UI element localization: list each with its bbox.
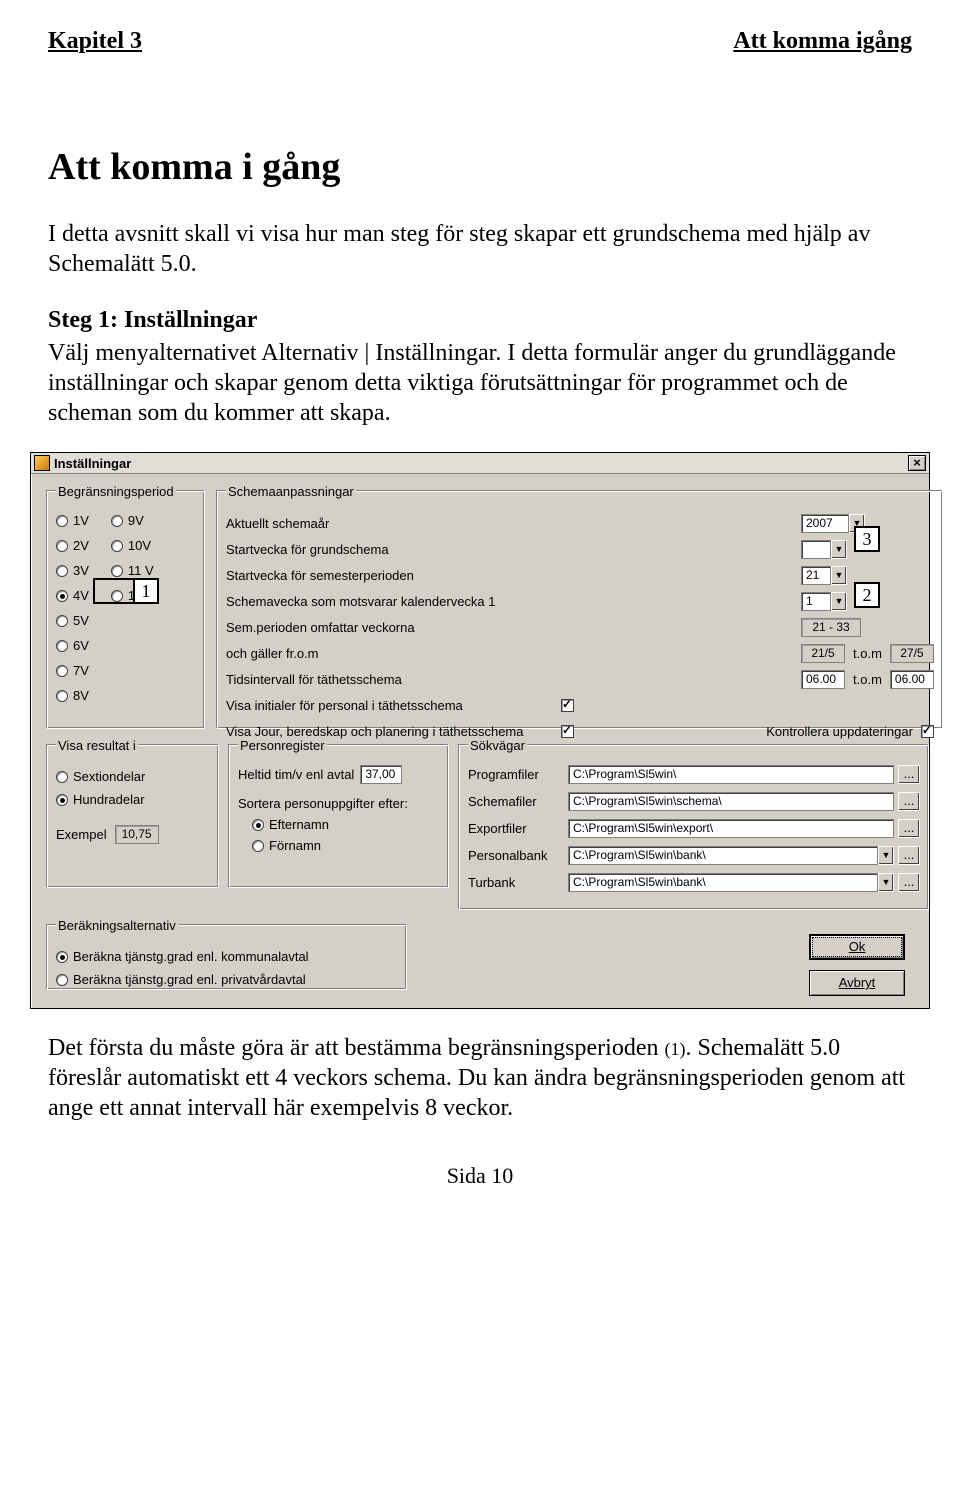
radio-fornamn[interactable]: Förnamn	[252, 838, 440, 853]
callout-3: 3	[854, 526, 880, 552]
combo-schemavecka[interactable]: 1▼	[801, 592, 847, 611]
radio-efternamn[interactable]: Efternamn	[252, 817, 440, 832]
label-visa-initialer: Visa initialer för personal i täthetssch…	[226, 698, 561, 713]
settings-screenshot: Inställningar × Begränsningsperiod 1V 2V…	[30, 452, 930, 1009]
page-number: Sida 10	[48, 1163, 912, 1189]
group-sok-legend: Sökvägar	[468, 738, 527, 753]
label-schemavecka: Schemavecka som motsvarar kalendervecka …	[226, 594, 561, 609]
close-button[interactable]: ×	[908, 455, 926, 471]
label-startvecka-semester: Startvecka för semesterperioden	[226, 568, 561, 583]
label-exempel: Exempel	[56, 827, 107, 842]
label-aktuellt-schemaar: Aktuellt schemaår	[226, 516, 561, 531]
group-berakningsalternativ: Beräkningsalternativ Beräkna tjänstg.gra…	[47, 918, 407, 990]
checkbox-visa-jour[interactable]	[561, 725, 574, 738]
checkbox-visa-initialer[interactable]	[561, 699, 574, 712]
readonly-galler-to: 27/5	[890, 644, 934, 663]
input-exportfiler[interactable]: C:\Program\Sl5win\export\	[568, 819, 894, 838]
ok-button[interactable]: Ok	[809, 934, 905, 960]
radio-hundradelar[interactable]: Hundradelar	[56, 792, 210, 807]
page-title: Att komma i gång	[48, 145, 912, 189]
browse-turbank[interactable]: ...	[898, 873, 920, 892]
label-startvecka-grund: Startvecka för grundschema	[226, 542, 561, 557]
group-begr-legend: Begränsningsperiod	[56, 484, 176, 499]
step1-heading: Steg 1: Inställningar	[48, 307, 912, 334]
radio-6v[interactable]: 6V	[56, 638, 89, 653]
chevron-down-icon[interactable]: ▼	[878, 846, 894, 865]
app-icon	[34, 455, 50, 471]
label-sem-omfattar: Sem.perioden omfattar veckorna	[226, 620, 561, 635]
combo-startvecka-sem[interactable]: 21▼	[801, 566, 847, 585]
browse-schemafiler[interactable]: ...	[898, 792, 920, 811]
radio-7v[interactable]: 7V	[56, 663, 89, 678]
combo-turbank[interactable]: C:\Program\Sl5win\bank\▼	[568, 873, 894, 892]
readonly-sem-range: 21 - 33	[801, 618, 861, 637]
label-tom-2: t.o.m	[853, 672, 882, 687]
chevron-down-icon[interactable]: ▼	[831, 592, 847, 611]
group-visa-legend: Visa resultat i	[56, 738, 138, 753]
radio-9v[interactable]: 9V	[111, 513, 154, 528]
label-programfiler: Programfiler	[468, 767, 568, 782]
radio-3v[interactable]: 3V	[56, 563, 89, 578]
group-calc-legend: Beräkningsalternativ	[56, 918, 178, 933]
header-section: Att komma igång	[733, 28, 912, 55]
checkbox-kontrollera[interactable]	[921, 725, 934, 738]
label-sortera: Sortera personuppgifter efter:	[238, 796, 440, 811]
after-paragraph: Det första du måste göra är att bestämma…	[48, 1033, 912, 1123]
radio-privatvardavtal[interactable]: Beräkna tjänstg.grad enl. privatvårdavta…	[56, 972, 398, 987]
label-tom-1: t.o.m	[853, 646, 882, 661]
group-personregister: Personregister Heltid tim/v enl avtal 37…	[229, 738, 449, 888]
group-schemaanpassningar: Schemaanpassningar Aktuellt schemaår 200…	[217, 484, 943, 729]
group-begransningsperiod: Begränsningsperiod 1V 2V 3V 4V 5V 6V 7V …	[47, 484, 205, 729]
label-galler-from: och gäller fr.o.m	[226, 646, 561, 661]
radio-kommunalavtal[interactable]: Beräkna tjänstg.grad enl. kommunalavtal	[56, 949, 398, 964]
label-visa-jour: Visa Jour, beredskap och planering i tät…	[226, 724, 561, 739]
input-programfiler[interactable]: C:\Program\Sl5win\	[568, 765, 894, 784]
radio-10v[interactable]: 10V	[111, 538, 154, 553]
input-tids-from[interactable]: 06.00	[801, 670, 845, 689]
label-tidsintervall: Tidsintervall för täthetsschema	[226, 672, 561, 687]
cancel-button[interactable]: Avbryt	[809, 970, 905, 996]
radio-sextiondelar[interactable]: Sextiondelar	[56, 769, 210, 784]
browse-programfiler[interactable]: ...	[898, 765, 920, 784]
chevron-down-icon[interactable]: ▼	[878, 873, 894, 892]
label-schemafiler: Schemafiler	[468, 794, 568, 809]
callout-1: 1	[133, 578, 159, 604]
header-chapter: Kapitel 3	[48, 28, 142, 55]
input-schemafiler[interactable]: C:\Program\Sl5win\schema\	[568, 792, 894, 811]
input-tids-to[interactable]: 06.00	[890, 670, 934, 689]
readonly-exempel: 10,75	[115, 825, 159, 844]
combo-startvecka-grund[interactable]: ▼	[801, 540, 847, 559]
label-personalbank: Personalbank	[468, 848, 568, 863]
callout-2: 2	[854, 582, 880, 608]
label-turbank: Turbank	[468, 875, 568, 890]
chevron-down-icon[interactable]: ▼	[831, 540, 847, 559]
radio-11v[interactable]: 11 V	[111, 563, 154, 578]
radio-8v[interactable]: 8V	[56, 688, 89, 703]
browse-exportfiler[interactable]: ...	[898, 819, 920, 838]
radio-5v[interactable]: 5V	[56, 613, 89, 628]
group-pers-legend: Personregister	[238, 738, 327, 753]
step1-paragraph: Välj menyalternativet Alternativ | Instä…	[48, 338, 912, 428]
radio-4v[interactable]: 4V	[56, 588, 89, 603]
radio-2v[interactable]: 2V	[56, 538, 89, 553]
combo-personalbank[interactable]: C:\Program\Sl5win\bank\▼	[568, 846, 894, 865]
group-sokvagar: Sökvägar Programfiler C:\Program\Sl5win\…	[459, 738, 929, 910]
label-exportfiler: Exportfiler	[468, 821, 568, 836]
intro-paragraph: I detta avsnitt skall vi visa hur man st…	[48, 219, 912, 279]
input-heltid[interactable]: 37,00	[360, 765, 402, 784]
label-kontrollera-uppdateringar: Kontrollera uppdateringar	[766, 724, 913, 739]
window-title: Inställningar	[54, 456, 131, 471]
radio-1v[interactable]: 1V	[56, 513, 89, 528]
browse-personalbank[interactable]: ...	[898, 846, 920, 865]
group-visa-resultat: Visa resultat i Sextiondelar Hundradelar…	[47, 738, 219, 888]
chevron-down-icon[interactable]: ▼	[831, 566, 847, 585]
group-schema-legend: Schemaanpassningar	[226, 484, 356, 499]
label-heltid: Heltid tim/v enl avtal	[238, 767, 354, 782]
titlebar: Inställningar ×	[31, 453, 929, 474]
readonly-galler-from: 21/5	[801, 644, 845, 663]
